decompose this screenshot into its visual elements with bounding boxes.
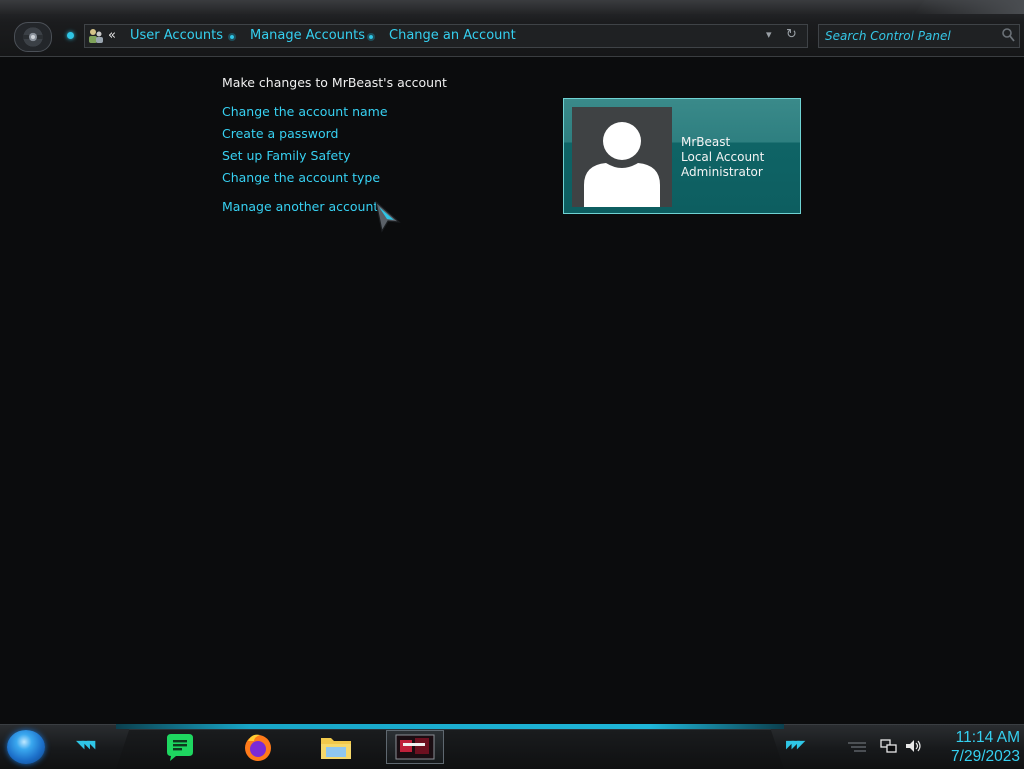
forward-button[interactable] <box>67 32 74 39</box>
file-explorer-icon <box>321 738 351 759</box>
breadcrumb-manage-accounts[interactable]: Manage Accounts <box>250 28 365 43</box>
mouse-cursor-icon <box>375 200 401 233</box>
volume-icon[interactable] <box>904 738 922 754</box>
search-icon[interactable] <box>1001 27 1015 43</box>
taskbar-glow <box>116 724 784 729</box>
family-safety-link[interactable]: Set up Family Safety <box>222 148 351 163</box>
account-name: MrBeast <box>681 135 731 149</box>
account-type: Local Account <box>681 150 765 164</box>
page-title: Make changes to MrBeast's account <box>222 75 447 90</box>
address-bar[interactable]: « User Accounts Manage Accounts Change a… <box>84 24 808 48</box>
breadcrumb-separator-icon[interactable] <box>228 33 236 41</box>
spotify-icon <box>167 734 193 761</box>
chevrons-left-icon: ◥◥◥ <box>76 738 95 751</box>
breadcrumb-overflow-icon[interactable]: « <box>108 28 116 43</box>
account-details: MrBeast Local Account Administrator <box>681 135 764 180</box>
network-icon[interactable] <box>880 738 898 754</box>
back-arrow-icon <box>23 33 43 41</box>
breadcrumb-user-accounts[interactable]: User Accounts <box>130 28 223 43</box>
search-box[interactable] <box>818 24 1020 48</box>
manage-another-account-link[interactable]: Manage another account <box>222 199 378 214</box>
firefox-icon <box>245 734 271 761</box>
window-frame-ridge <box>0 0 1024 14</box>
chevrons-right-icon: ◤◤◤ <box>786 738 805 751</box>
breadcrumb-change-an-account[interactable]: Change an Account <box>389 28 516 43</box>
account-tile: MrBeast Local Account Administrator <box>563 98 801 214</box>
search-input[interactable] <box>819 25 997 47</box>
start-button[interactable] <box>7 730 45 764</box>
account-role: Administrator <box>681 165 763 179</box>
spotify-taskbar-button[interactable] <box>162 730 198 764</box>
user-silhouette-icon <box>584 122 660 207</box>
show-hidden-icons-icon[interactable] <box>846 740 868 754</box>
active-window-taskbar-button[interactable] <box>386 730 444 764</box>
active-window-thumbnail-icon <box>395 734 435 760</box>
chevron-down-icon[interactable]: ▾ <box>766 28 772 41</box>
avatar <box>572 107 672 207</box>
breadcrumb-separator-icon[interactable] <box>367 33 375 41</box>
file-explorer-taskbar-button[interactable] <box>318 730 354 764</box>
clock-time: 11:14 AM <box>955 729 1020 746</box>
back-button[interactable] <box>14 22 52 52</box>
taskbar-clock[interactable]: 11:14 AM 7/29/2023 <box>928 728 1020 766</box>
change-account-type-link[interactable]: Change the account type <box>222 170 380 185</box>
user-accounts-icon <box>89 29 103 43</box>
refresh-icon[interactable]: ↻ <box>786 27 797 42</box>
firefox-taskbar-button[interactable] <box>240 730 276 764</box>
window-corner-ornament <box>914 0 1024 14</box>
clock-date: 7/29/2023 <box>951 748 1020 765</box>
change-account-name-link[interactable]: Change the account name <box>222 104 388 119</box>
create-password-link[interactable]: Create a password <box>222 126 339 141</box>
taskbar-app-area <box>116 729 784 769</box>
